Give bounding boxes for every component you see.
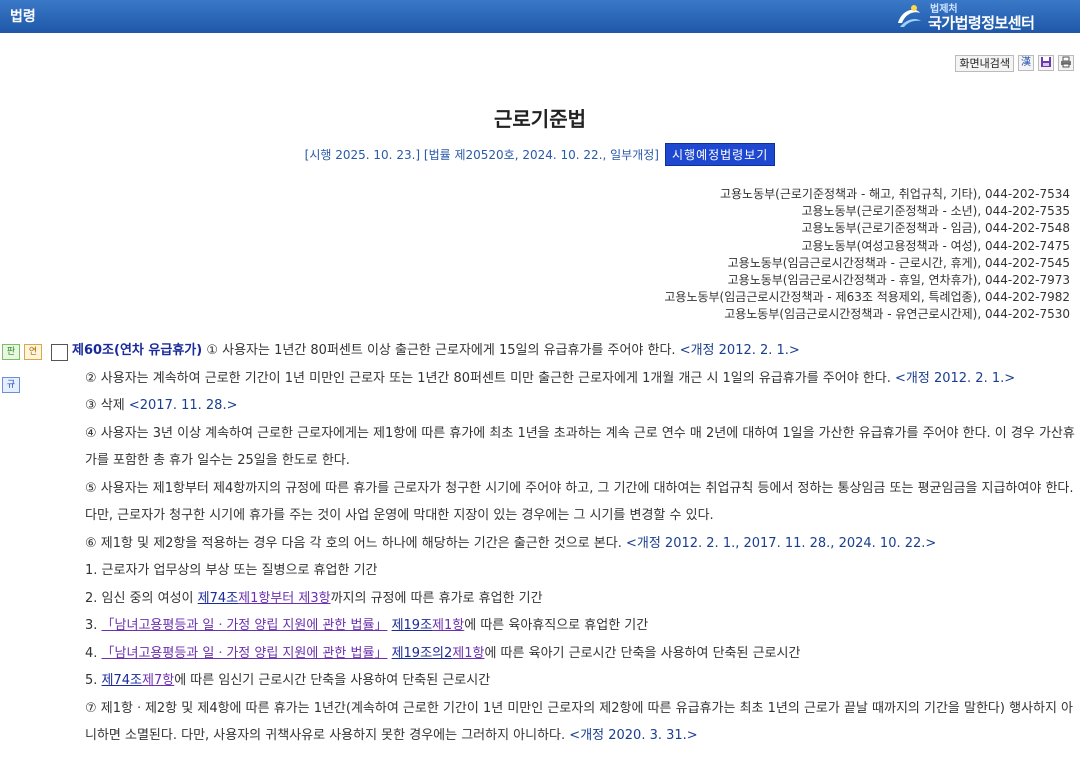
item-text: 4.	[85, 645, 102, 661]
contact-list: 고용노동부(근로기준정책과 - 해고, 취업규칙, 기타), 044-202-7…	[664, 186, 1070, 324]
save-icon[interactable]	[1038, 55, 1054, 71]
article-body: 제60조(연차 유급휴가) ① 사용자는 1년간 80퍼센트 이상 출근한 근로…	[72, 337, 1075, 750]
amendment-note[interactable]: <개정 2020. 3. 31.>	[569, 728, 697, 743]
enforcement-info-row: [시행 2025. 10. 23.] [법률 제20520호, 2024. 10…	[0, 143, 1080, 166]
list-item-2: 2. 임신 중의 여성이 제74조제1항부터 제3항까지의 규정에 따른 휴가로…	[85, 585, 1075, 613]
contact-item: 고용노동부(근로기준정책과 - 임금), 044-202-7548	[801, 221, 1070, 236]
section-title: 법령	[10, 9, 36, 25]
history-tag[interactable]: 연	[24, 344, 42, 360]
article-title: 제60조(연차 유급휴가)	[72, 343, 203, 358]
scheduled-law-button[interactable]: 시행예정법령보기	[664, 143, 776, 166]
paragraph-4: ④ 사용자는 3년 이상 계속하여 근로한 근로자에게는 제1항에 따른 휴가에…	[85, 425, 1075, 469]
contact-item: 고용노동부(근로기준정책과 - 소년), 044-202-7535	[801, 204, 1070, 219]
item-text: 2. 임신 중의 여성이	[85, 590, 198, 606]
paragraph-link[interactable]: 제1항부터 제3항	[238, 591, 330, 606]
paragraph-2: ② 사용자는 계속하여 근로한 기간이 1년 미만인 근로자 또는 1년간 80…	[85, 365, 1075, 393]
contact-item: 고용노동부(여성고용정책과 - 여성), 044-202-7475	[801, 238, 1070, 253]
item-text: 에 따른 육아기 근로시간 단축을 사용하여 단축된 근로시간	[484, 645, 801, 661]
amendment-note[interactable]: <개정 2012. 2. 1.>	[680, 343, 800, 358]
paragraph-text: ② 사용자는 계속하여 근로한 기간이 1년 미만인 근로자 또는 1년간 80…	[85, 370, 891, 386]
paragraph-link[interactable]: 제1항	[452, 646, 484, 661]
law-link[interactable]: 「남녀고용평등과 일ㆍ가정 양립 지원에 관한 법률」	[102, 618, 388, 633]
article-checkbox[interactable]	[51, 344, 68, 361]
list-item-3: 3. 「남녀고용평등과 일ㆍ가정 양립 지원에 관한 법률」 제19조제1항에 …	[85, 612, 1075, 640]
enforcement-info: [시행 2025. 10. 23.] [법률 제20520호, 2024. 10…	[304, 148, 659, 162]
list-item-5: 5. 제74조제7항에 따른 임신기 근로시간 단축을 사용하여 단축된 근로시…	[85, 667, 1075, 695]
brand-name: 국가법령정보센터	[928, 14, 1035, 32]
paragraph-5: ⑤ 사용자는 제1항부터 제4항까지의 규정에 따른 휴가를 근로자가 청구한 …	[85, 480, 1074, 524]
paragraph-text: ① 사용자는 1년간 80퍼센트 이상 출근한 근로자에게 15일의 유급휴가를…	[206, 343, 676, 358]
paragraph-3: ③ 삭제 <2017. 11. 28.>	[85, 392, 1075, 420]
item-text: 5.	[85, 673, 102, 688]
amendment-note[interactable]: <개정 2012. 2. 1.>	[895, 371, 1015, 386]
print-icon[interactable]	[1058, 55, 1074, 71]
contact-item: 고용노동부(임금근로시간정책과 - 휴일, 연차휴가), 044-202-797…	[727, 273, 1070, 288]
paragraph-text: ⑥ 제1항 및 제2항을 적용하는 경우 다음 각 호의 어느 하나에 해당하는…	[85, 535, 622, 551]
paragraph-text: ③ 삭제	[85, 398, 125, 413]
contact-item: 고용노동부(근로기준정책과 - 해고, 취업규칙, 기타), 044-202-7…	[719, 187, 1070, 201]
regulation-tag[interactable]: 규	[2, 377, 20, 393]
contact-item: 고용노동부(임금근로시간정책과 - 제63조 적용제외, 특례업종), 044-…	[664, 290, 1070, 305]
top-bar: 법령 법제처 국가법령정보센터	[0, 0, 1080, 33]
law-link[interactable]: 「남녀고용평등과 일ㆍ가정 양립 지원에 관한 법률」	[102, 646, 388, 661]
law-title: 근로기준법	[494, 107, 586, 131]
paragraph-6: ⑥ 제1항 및 제2항을 적용하는 경우 다음 각 호의 어느 하나에 해당하는…	[85, 530, 1075, 558]
item-text: 3.	[85, 618, 102, 633]
list-item-1: 1. 근로자가 업무상의 부상 또는 질병으로 휴업한 기간	[85, 563, 378, 578]
in-page-search-button[interactable]: 화면내검색	[955, 54, 1014, 72]
contact-item: 고용노동부(임금근로시간정책과 - 근로시간, 휴게), 044-202-754…	[727, 255, 1070, 270]
article-link[interactable]: 제74조	[102, 673, 142, 688]
brand-logo-area[interactable]: 법제처 국가법령정보센터	[894, 0, 1074, 33]
item-text: 에 따른 임신기 근로시간 단축을 사용하여 단축된 근로시간	[174, 673, 491, 688]
amendment-note[interactable]: <개정 2012. 2. 1., 2017. 11. 28., 2024. 10…	[626, 536, 936, 551]
list-item-4: 4. 「남녀고용평등과 일ㆍ가정 양립 지원에 관한 법률」 제19조의2제1항…	[85, 640, 1075, 668]
item-text: 까지의 규정에 따른 휴가로 휴업한 기간	[330, 590, 543, 606]
paragraph-1: 제60조(연차 유급휴가) ① 사용자는 1년간 80퍼센트 이상 출근한 근로…	[72, 337, 1075, 365]
hanja-toggle-icon[interactable]: 漢	[1018, 55, 1034, 71]
paragraph-7: ⑦ 제1항ㆍ제2항 및 제4항에 따른 휴가는 1년간(계속하여 근로한 기간이…	[85, 695, 1075, 750]
law-center-logo-icon	[898, 5, 921, 27]
article-link[interactable]: 제74조	[198, 591, 238, 606]
precedent-tag[interactable]: 판	[2, 344, 20, 360]
contact-item: 고용노동부(임금근로시간정책과 - 유연근로시간제), 044-202-7530	[724, 307, 1070, 322]
paragraph-link[interactable]: 제7항	[142, 673, 174, 688]
amendment-note[interactable]: <2017. 11. 28.>	[129, 398, 238, 413]
article-link[interactable]: 제19조	[392, 618, 432, 633]
toolbar: 화면내검색 漢	[955, 54, 1074, 72]
paragraph-link[interactable]: 제1항	[432, 618, 464, 633]
item-text: 에 따른 육아휴직으로 휴업한 기간	[464, 618, 649, 633]
article-link[interactable]: 제19조의2	[392, 646, 453, 661]
